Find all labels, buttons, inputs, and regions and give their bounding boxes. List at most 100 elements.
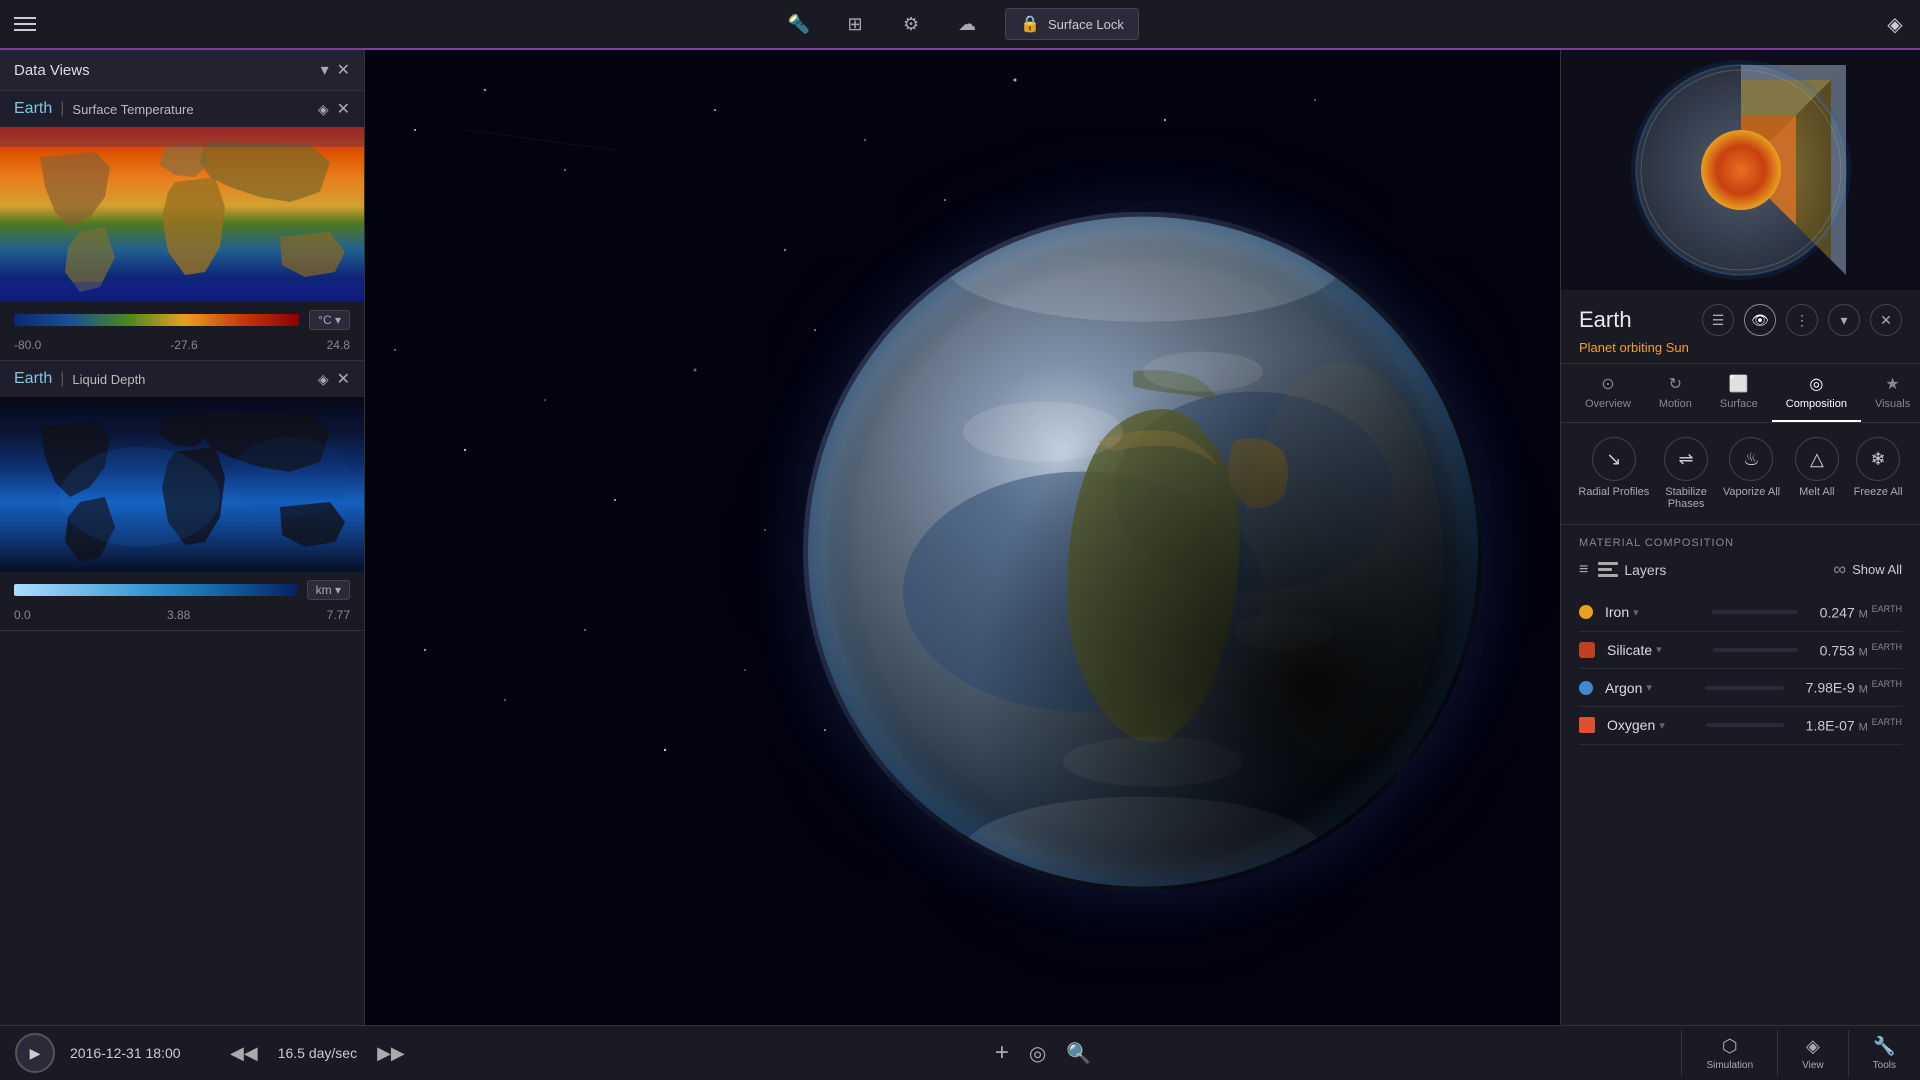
oxygen-row: Oxygen ▾ 1.8E-07 M EARTH <box>1579 707 1902 745</box>
tools-icon: 🔧 <box>1873 1036 1895 1057</box>
radial-profiles-action[interactable]: ↘ Radial Profiles <box>1578 437 1649 510</box>
freeze-all-action[interactable]: ❄ Freeze All <box>1854 437 1903 510</box>
surface-temp-map <box>0 127 364 302</box>
liquid-depth-header: Earth | Liquid Depth ◈ ✕ <box>0 361 364 397</box>
material-title: MATERIAL COMPOSITION <box>1579 537 1902 549</box>
add-button[interactable]: + <box>995 1039 1009 1067</box>
liquid-depth-layers-icon[interactable]: ◈ <box>318 371 329 388</box>
liquid-unit-selector[interactable]: km ▾ <box>307 580 350 600</box>
vaporize-all-label: Vaporize All <box>1723 486 1780 498</box>
iron-chevron[interactable]: ▾ <box>1633 606 1639 619</box>
oxygen-amount: 1.8E-07 <box>1806 718 1855 734</box>
speed-unit-text: day/sec <box>309 1045 357 1061</box>
layers-label: Layers <box>1624 562 1666 578</box>
vaporize-all-action[interactable]: ♨ Vaporize All <box>1723 437 1780 510</box>
planet-subtitle: Planet orbiting Sun <box>1579 340 1902 355</box>
liquid-unit-chevron: ▾ <box>335 583 341 597</box>
tab-visuals-label: Visuals <box>1875 398 1910 410</box>
temp-gradient-bar <box>14 314 299 326</box>
stabilize-phases-icon: ⇌ <box>1664 437 1708 481</box>
prev-button[interactable]: ◀◀ <box>230 1043 258 1064</box>
menu-button[interactable] <box>0 0 50 49</box>
planet-visibility-button[interactable]: 👁 <box>1744 304 1776 336</box>
layers-button[interactable]: Layers <box>1598 562 1666 578</box>
planet-cross-section <box>1561 50 1920 290</box>
top-right-button[interactable]: ◈ <box>1870 0 1920 49</box>
silicate-color-dot <box>1579 642 1595 658</box>
surface-temp-planet: Earth <box>14 100 52 118</box>
tab-composition[interactable]: ◎ Composition <box>1772 364 1861 422</box>
right-bottom-buttons: ⬡ Simulation ◈ View 🔧 Tools <box>1681 1030 1920 1077</box>
silicate-amount: 0.753 <box>1820 642 1855 658</box>
oxygen-color-dot <box>1579 717 1595 733</box>
silicate-name: Silicate ▾ <box>1607 642 1691 658</box>
search-button[interactable]: 🔍 <box>1066 1041 1091 1066</box>
silicate-label: Silicate <box>1607 642 1652 658</box>
oxygen-value: 1.8E-07 M EARTH <box>1806 717 1902 734</box>
silicate-chevron[interactable]: ▾ <box>1656 643 1662 656</box>
temp-mid: -27.6 <box>170 338 197 352</box>
argon-unit-earth: EARTH <box>1872 679 1902 689</box>
show-all-button[interactable]: ∞ Show All <box>1833 559 1902 580</box>
liquid-depth-map <box>0 397 364 572</box>
oxygen-chevron[interactable]: ▾ <box>1659 719 1665 732</box>
center-controls: + ◎ 🔍 <box>405 1039 1682 1067</box>
earth-globe[interactable] <box>803 211 1483 891</box>
planet-details-button[interactable]: ☰ <box>1702 304 1734 336</box>
liquid-depth-close[interactable]: ✕ <box>337 369 350 389</box>
liquid-depth-separator: | <box>60 370 64 388</box>
stabilize-phases-action[interactable]: ⇌ StabilizePhases <box>1664 437 1708 510</box>
surface-temp-legend: °C ▾ <box>0 302 364 338</box>
surface-lock-icon: 🔒 <box>1020 14 1040 34</box>
settings-icon[interactable]: ⚙ <box>893 6 929 42</box>
planet-name: Earth <box>1579 307 1632 333</box>
view-button[interactable]: ◈ View <box>1777 1030 1848 1077</box>
earth-globe-svg <box>803 211 1483 891</box>
argon-chevron[interactable]: ▾ <box>1646 681 1652 694</box>
simulation-button[interactable]: ⬡ Simulation <box>1681 1030 1777 1077</box>
tab-motion[interactable]: ↻ Motion <box>1645 364 1706 422</box>
temp-unit-selector[interactable]: °C ▾ <box>309 310 350 330</box>
surface-temp-svg <box>0 127 364 302</box>
freeze-all-icon: ❄ <box>1856 437 1900 481</box>
next-button[interactable]: ▶▶ <box>377 1043 405 1064</box>
data-views-header: Data Views ▾ ✕ <box>0 50 364 91</box>
bottom-bar: ▶ 2016-12-31 18:00 ◀◀ 16.5 day/sec ▶▶ + … <box>0 1025 1920 1080</box>
argon-name: Argon ▾ <box>1605 680 1683 696</box>
cloud-icon[interactable]: ☁ <box>949 6 985 42</box>
play-button[interactable]: ▶ <box>15 1033 55 1073</box>
data-views-dropdown[interactable]: ▾ <box>321 60 329 80</box>
surface-lock-button[interactable]: 🔒 Surface Lock <box>1005 8 1139 40</box>
argon-unit: M <box>1859 684 1868 696</box>
target-button[interactable]: ◎ <box>1029 1041 1046 1066</box>
layers-icon[interactable]: ⊞ <box>837 6 873 42</box>
data-views-close[interactable]: ✕ <box>337 60 350 80</box>
iron-color-dot <box>1579 605 1593 619</box>
melt-all-action[interactable]: △ Melt All <box>1795 437 1839 510</box>
tab-visuals[interactable]: ★ Visuals <box>1861 364 1920 422</box>
oxygen-unit-earth: EARTH <box>1872 717 1902 727</box>
flashlight-icon[interactable]: 🔦 <box>781 6 817 42</box>
planet-subtitle-text: Planet orbiting <box>1579 340 1662 355</box>
filter-icon[interactable]: ≡ <box>1579 561 1588 579</box>
tab-overview[interactable]: ⊙ Overview <box>1571 364 1645 422</box>
melt-all-label: Melt All <box>1799 486 1834 498</box>
layers-icon-shape <box>1598 562 1618 578</box>
time-value: 2016-12-31 18:00 <box>70 1045 181 1061</box>
view-label: View <box>1802 1060 1824 1071</box>
surface-temp-layers-icon[interactable]: ◈ <box>318 101 329 118</box>
temp-legend-values: -80.0 -27.6 24.8 <box>0 338 364 360</box>
radial-profiles-icon: ↘ <box>1592 437 1636 481</box>
iron-amount: 0.247 <box>1820 605 1855 621</box>
tools-label: Tools <box>1873 1060 1896 1071</box>
surface-temp-close[interactable]: ✕ <box>337 99 350 119</box>
tab-surface[interactable]: ⬜ Surface <box>1706 364 1772 422</box>
planet-close-button[interactable]: ✕ <box>1870 304 1902 336</box>
planet-more-button[interactable]: ⋮ <box>1786 304 1818 336</box>
iron-row: Iron ▾ 0.247 M EARTH <box>1579 594 1902 632</box>
simulation-icon: ⬡ <box>1722 1036 1738 1057</box>
oxygen-name: Oxygen ▾ <box>1607 717 1684 733</box>
liquid-unit-label: km <box>316 583 332 597</box>
planet-expand-button[interactable]: ▾ <box>1828 304 1860 336</box>
tools-button[interactable]: 🔧 Tools <box>1848 1030 1920 1077</box>
